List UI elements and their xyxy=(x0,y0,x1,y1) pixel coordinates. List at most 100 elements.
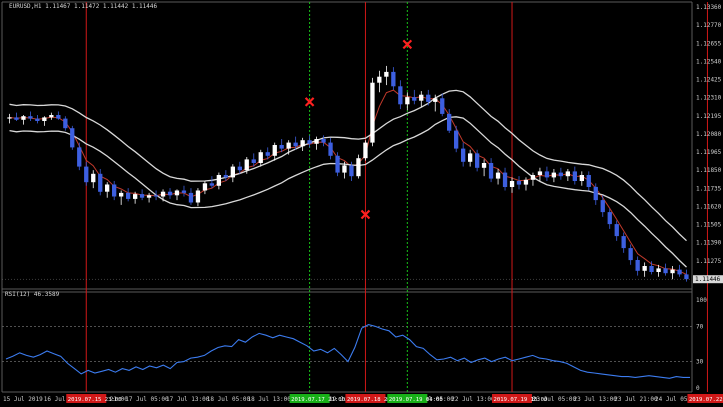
chart-background xyxy=(0,0,723,407)
candle-body xyxy=(49,115,54,118)
time-tick-label: 15 Jul 2019 xyxy=(3,396,43,403)
candle-body xyxy=(167,191,173,196)
candle-body xyxy=(461,148,466,162)
candle-body xyxy=(133,194,138,199)
candle-body xyxy=(181,190,187,193)
candle-body xyxy=(663,268,668,274)
candle-body xyxy=(426,94,431,102)
current-price-label: 1.11446 xyxy=(695,276,721,283)
candle-body xyxy=(509,181,515,187)
candle-body xyxy=(84,166,89,183)
candle-body xyxy=(579,175,584,181)
time-badge-label: 2019.07.17 21:00 xyxy=(291,397,345,403)
price-tick-label: 1.12080 xyxy=(696,131,722,138)
candle-body xyxy=(70,128,75,148)
candle-body xyxy=(677,269,682,275)
price-tick-label: 1.11390 xyxy=(696,240,722,247)
rsi-axis-label: 0 xyxy=(696,385,700,392)
candle-body xyxy=(586,175,591,187)
candle-body xyxy=(279,145,284,149)
time-tick-label: 17 Jul 05:00 xyxy=(125,396,169,403)
candle-body xyxy=(188,192,194,203)
candle-body xyxy=(105,184,110,192)
price-tick-label: 1.12770 xyxy=(696,22,722,29)
candle-body xyxy=(272,145,277,156)
candle-body xyxy=(419,94,424,101)
candle-body xyxy=(56,115,61,119)
price-tick-label: 1.11505 xyxy=(696,222,722,229)
candle-body xyxy=(139,194,145,198)
candle-body xyxy=(377,76,382,83)
candle-body xyxy=(572,171,577,181)
candle-body xyxy=(551,172,556,178)
candle-body xyxy=(77,147,82,167)
candle-body xyxy=(656,268,661,272)
candle-body xyxy=(600,200,605,213)
candle-body xyxy=(202,183,208,191)
candle-body xyxy=(593,186,598,201)
time-tick-label: 18 Jul 13:00 xyxy=(248,396,292,403)
chart-canvas[interactable]: 1.13360 1.12770 1.12655 1.12540 1.12425 1.123… xyxy=(0,0,723,407)
price-tick-label: 1.11735 xyxy=(696,185,722,192)
candle-body xyxy=(523,179,529,185)
candle-body xyxy=(475,153,480,168)
candle-body xyxy=(307,140,312,144)
time-tick-label: 23 Jul 21:00 xyxy=(614,396,658,403)
candle-body xyxy=(286,142,291,149)
candle-body xyxy=(258,152,263,163)
candle-body xyxy=(565,171,570,177)
rsi-axis-label: 70 xyxy=(696,323,704,330)
candle-body xyxy=(35,118,40,121)
price-tick-label: 1.12310 xyxy=(696,95,722,102)
candle-body xyxy=(216,175,221,186)
candle-body xyxy=(342,165,347,173)
candle-body xyxy=(447,113,452,131)
time-tick-label: 18 Jul 05:00 xyxy=(207,396,251,403)
price-tick-label: 1.12540 xyxy=(696,58,722,65)
time-badge-label: 2019.07.22 14:00 xyxy=(689,397,723,403)
candle-body xyxy=(195,190,201,203)
price-tick-label: 1.11965 xyxy=(696,149,722,156)
candle-body xyxy=(244,159,249,171)
candle-body xyxy=(495,172,501,179)
candle-body xyxy=(363,142,368,159)
candle-body xyxy=(230,166,235,178)
candle-body xyxy=(670,269,675,274)
candle-body xyxy=(209,183,214,186)
candle-body xyxy=(321,139,326,143)
candle-body xyxy=(607,212,612,225)
rsi-axis-label: 30 xyxy=(696,359,704,366)
time-axis: 15 Jul 201916 Jul 13:0016 Jul 21:0017 Ju… xyxy=(3,394,723,403)
candle-body xyxy=(251,159,256,163)
candle-body xyxy=(502,172,508,187)
candle-body xyxy=(544,171,550,178)
symbol-title: EURUSD,H1 1.11467 1.11472 1.11442 1.1144… xyxy=(9,3,157,10)
candle-body xyxy=(7,117,12,119)
candle-body xyxy=(412,97,417,101)
price-tick-label: 1.11850 xyxy=(696,167,722,174)
candle-body xyxy=(174,190,180,196)
price-tick-label: 1.12425 xyxy=(696,77,722,84)
candle-body xyxy=(98,173,103,192)
candle-body xyxy=(642,266,647,271)
price-tick-label: 1.12195 xyxy=(696,113,722,120)
rsi-axis-label: 100 xyxy=(696,297,707,304)
candle-body xyxy=(621,236,626,249)
candle-body xyxy=(649,266,654,272)
candle-body xyxy=(237,166,242,171)
candle-body xyxy=(314,139,319,144)
candle-body xyxy=(628,248,633,261)
candle-body xyxy=(384,71,389,77)
candle-body xyxy=(454,130,459,149)
price-tick-label: 1.11275 xyxy=(696,258,722,265)
candle-body xyxy=(488,163,494,179)
candle-body xyxy=(684,274,689,280)
candle-body xyxy=(293,142,298,147)
candle-body xyxy=(635,260,640,271)
time-tick-label: 23 Jul 13:00 xyxy=(574,396,618,403)
candle-body xyxy=(516,181,522,185)
candle-body xyxy=(335,155,340,173)
candle-body xyxy=(370,82,375,143)
price-tick-label: 1.13360 xyxy=(696,4,722,11)
candle-body xyxy=(440,98,445,114)
